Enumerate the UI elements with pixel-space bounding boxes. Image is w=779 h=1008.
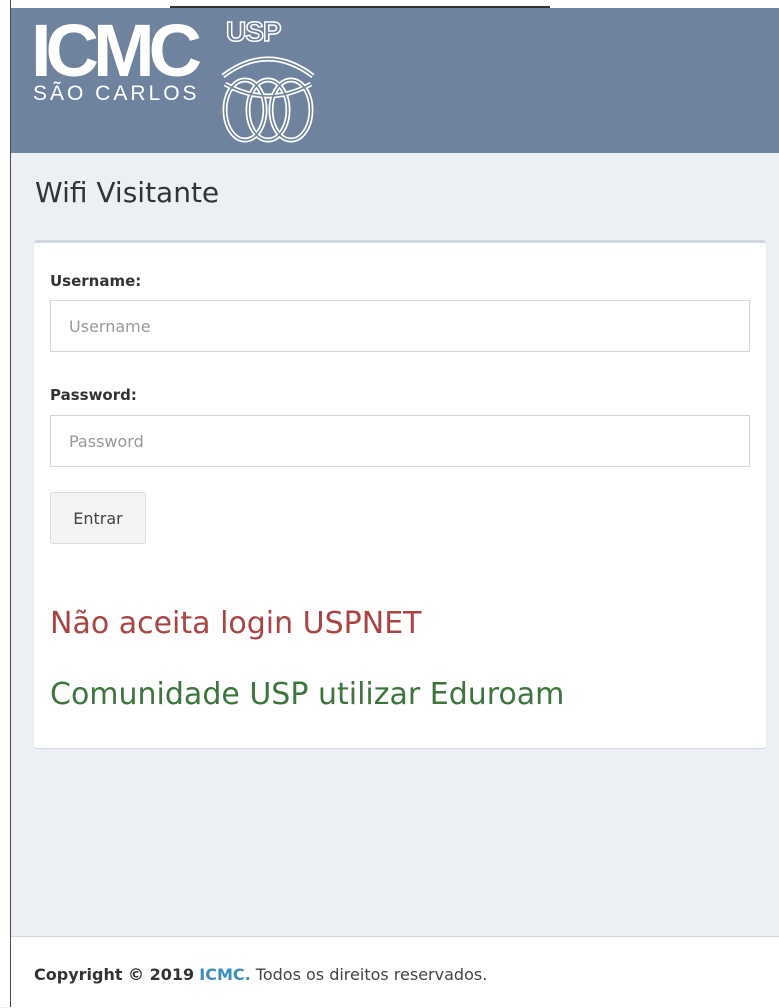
logo-usp-badge: USP: [225, 15, 282, 48]
icmc-usp-logo[interactable]: ICMC SÃO CARLOS USP: [31, 14, 331, 150]
window-left-edge: [0, 0, 11, 1007]
entrar-button[interactable]: Entrar: [50, 492, 146, 544]
usp-knot-icon: [221, 56, 315, 143]
site-header: ICMC SÃO CARLOS USP: [11, 8, 779, 153]
eduroam-info-text: Comunidade USP utilizar Eduroam: [50, 677, 565, 712]
password-label: Password:: [50, 386, 137, 404]
logo-sub-text: SÃO CARLOS: [33, 82, 200, 105]
icmc-footer-link[interactable]: ICMC.: [199, 965, 250, 984]
page-title: Wifi Visitante: [35, 176, 220, 209]
uspnet-warning-text: Não aceita login USPNET: [50, 606, 422, 641]
copyright-line: Copyright © 2019 ICMC. Todos os direitos…: [34, 965, 487, 984]
page-footer: Copyright © 2019 ICMC. Todos os direitos…: [11, 936, 779, 1008]
login-box: Username: Password: Entrar Não aceita lo…: [34, 240, 766, 748]
username-input[interactable]: [50, 300, 750, 352]
window-top-edge: [0, 0, 779, 8]
username-label: Username:: [50, 272, 142, 290]
password-input[interactable]: [50, 415, 750, 467]
copyright-prefix: Copyright © 2019: [34, 965, 195, 984]
rights-reserved-text: Todos os direitos reservados.: [255, 965, 488, 984]
logo-main-text: ICMC: [31, 9, 202, 92]
